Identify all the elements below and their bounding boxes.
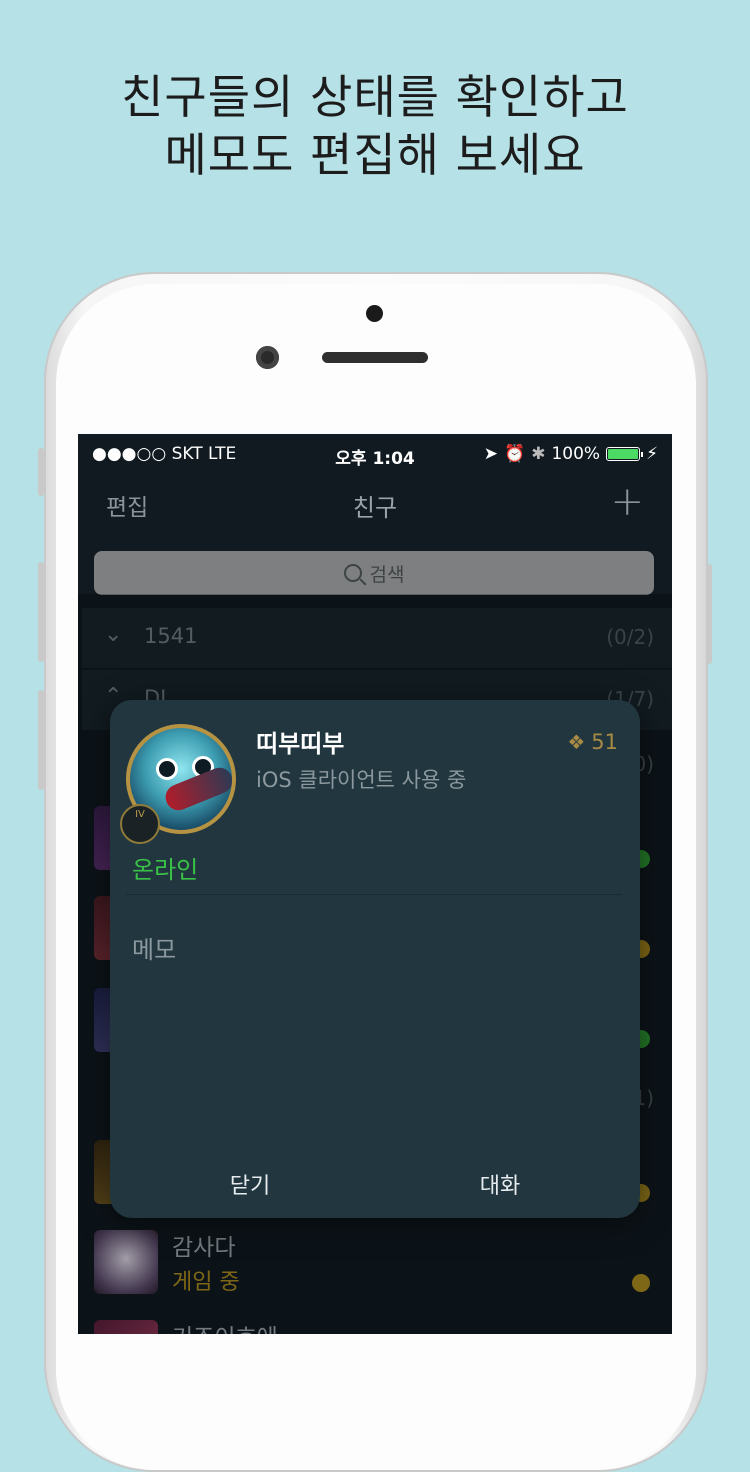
status-icons: ➤ ⏰ ✱ 100% ⚡ <box>484 444 658 464</box>
search-bar[interactable]: 검색 <box>94 551 654 595</box>
alarm-icon: ⏰ <box>504 444 526 464</box>
location-arrow-icon: ➤ <box>483 444 499 464</box>
page-title: 친구 <box>352 494 398 522</box>
search-placeholder: 검색 <box>369 563 405 586</box>
client-status: iOS 클라이언트 사용 중 <box>256 768 467 792</box>
friend-detail-popup: IV 띠부띠부 iOS 클라이언트 사용 중 ❖ 51 온라인 메모 닫기 대화 <box>110 700 640 1218</box>
headline: 친구들의 상태를 확인하고 메모도 편집해 보세요 <box>0 68 750 184</box>
level-value: 51 <box>591 730 618 754</box>
online-status: 온라인 <box>132 856 199 884</box>
headline-line-2: 메모도 편집해 보세요 <box>164 128 586 182</box>
level: ❖ 51 <box>567 730 618 754</box>
rank-badge: IV <box>120 804 160 844</box>
headline-line-1: 친구들의 상태를 확인하고 <box>121 70 629 124</box>
chat-button[interactable]: 대화 <box>430 1168 570 1200</box>
proximity-sensor <box>366 305 383 322</box>
app-screen: ●●●○○ SKT LTE 오후 1:04 ➤ ⏰ ✱ 100% ⚡ 편집 친구… <box>78 434 672 1334</box>
divider <box>126 894 622 895</box>
friend-name: 띠부띠부 <box>256 730 345 758</box>
search-icon <box>343 564 362 582</box>
earpiece-speaker <box>322 352 428 363</box>
battery-icon <box>606 447 644 461</box>
close-button[interactable]: 닫기 <box>180 1168 320 1200</box>
battery-percent: 100% <box>551 444 601 464</box>
charging-bolt-icon: ⚡ <box>646 444 658 464</box>
bluetooth-icon: ✱ <box>531 444 546 464</box>
status-bar: ●●●○○ SKT LTE 오후 1:04 ➤ ⏰ ✱ 100% ⚡ <box>78 434 672 474</box>
front-camera <box>256 346 279 369</box>
rank-badge-text: IV <box>135 809 145 820</box>
level-icon: ❖ <box>567 730 586 754</box>
nav-bar: 편집 친구 + <box>78 474 672 536</box>
plus-icon[interactable]: + <box>610 478 644 526</box>
memo-field[interactable]: 메모 <box>132 930 176 965</box>
